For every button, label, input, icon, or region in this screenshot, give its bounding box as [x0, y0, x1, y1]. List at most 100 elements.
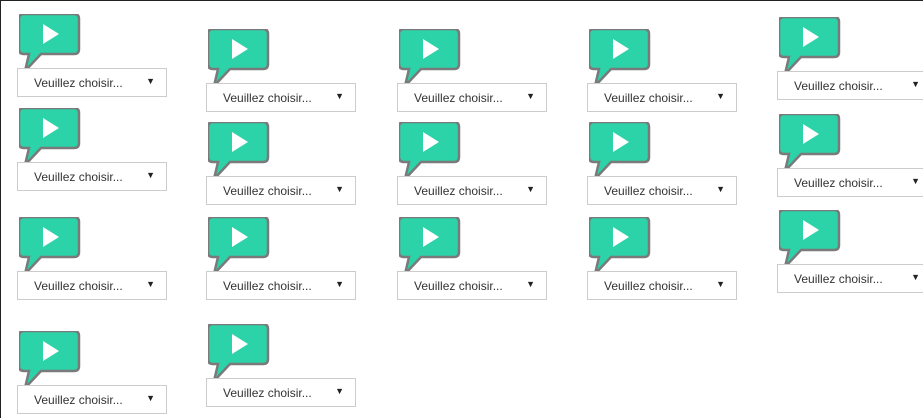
- speech-bubble-play-icon: [19, 108, 81, 166]
- play-audio-button[interactable]: [779, 210, 841, 268]
- media-item-1: Veuillez choisir... ▼: [17, 14, 169, 97]
- media-item-14: Veuillez choisir... ▼: [587, 217, 739, 300]
- speech-bubble-play-icon: [399, 217, 461, 275]
- caret-down-icon: ▼: [335, 184, 344, 194]
- answer-select[interactable]: Veuillez choisir... ▼: [206, 83, 356, 112]
- media-item-2: Veuillez choisir... ▼: [206, 29, 358, 112]
- speech-bubble-play-icon: [779, 17, 841, 75]
- speech-bubble-play-icon: [19, 217, 81, 275]
- play-audio-button[interactable]: [19, 331, 81, 389]
- answer-select[interactable]: Veuillez choisir... ▼: [777, 71, 923, 100]
- answer-select[interactable]: Veuillez choisir... ▼: [397, 271, 547, 300]
- speech-bubble-play-icon: [589, 122, 651, 180]
- caret-down-icon: ▼: [335, 386, 344, 396]
- media-item-3: Veuillez choisir... ▼: [397, 29, 549, 112]
- caret-down-icon: ▼: [911, 176, 920, 186]
- answer-select[interactable]: Veuillez choisir... ▼: [206, 378, 356, 407]
- speech-bubble-play-icon: [779, 210, 841, 268]
- answer-select[interactable]: Veuillez choisir... ▼: [587, 83, 737, 112]
- speech-bubble-play-icon: [208, 122, 270, 180]
- speech-bubble-play-icon: [208, 217, 270, 275]
- media-item-12: Veuillez choisir... ▼: [206, 217, 358, 300]
- select-value: Veuillez choisir...: [414, 278, 503, 293]
- media-item-5: Veuillez choisir... ▼: [777, 17, 923, 100]
- speech-bubble-play-icon: [589, 29, 651, 87]
- answer-select[interactable]: Veuillez choisir... ▼: [397, 83, 547, 112]
- answer-select[interactable]: Veuillez choisir... ▼: [17, 385, 167, 414]
- play-audio-button[interactable]: [399, 122, 461, 180]
- select-value: Veuillez choisir...: [223, 278, 312, 293]
- answer-select[interactable]: Veuillez choisir... ▼: [587, 271, 737, 300]
- answer-select[interactable]: Veuillez choisir... ▼: [777, 168, 923, 197]
- play-audio-button[interactable]: [19, 108, 81, 166]
- select-value: Veuillez choisir...: [794, 78, 883, 93]
- caret-down-icon: ▼: [911, 79, 920, 89]
- select-value: Veuillez choisir...: [794, 271, 883, 286]
- media-item-15: Veuillez choisir... ▼: [777, 210, 923, 293]
- select-value: Veuillez choisir...: [34, 278, 123, 293]
- select-value: Veuillez choisir...: [604, 278, 693, 293]
- speech-bubble-play-icon: [399, 122, 461, 180]
- play-audio-button[interactable]: [19, 217, 81, 275]
- caret-down-icon: ▼: [146, 76, 155, 86]
- play-audio-button[interactable]: [208, 29, 270, 87]
- select-value: Veuillez choisir...: [604, 90, 693, 105]
- speech-bubble-play-icon: [779, 114, 841, 172]
- media-item-11: Veuillez choisir... ▼: [17, 217, 169, 300]
- caret-down-icon: ▼: [146, 393, 155, 403]
- select-value: Veuillez choisir...: [223, 90, 312, 105]
- answer-select[interactable]: Veuillez choisir... ▼: [397, 176, 547, 205]
- select-value: Veuillez choisir...: [223, 385, 312, 400]
- play-audio-button[interactable]: [399, 217, 461, 275]
- media-item-10: Veuillez choisir... ▼: [777, 114, 923, 197]
- play-audio-button[interactable]: [208, 217, 270, 275]
- speech-bubble-play-icon: [208, 29, 270, 87]
- media-item-6: Veuillez choisir... ▼: [17, 108, 169, 191]
- play-audio-button[interactable]: [208, 122, 270, 180]
- media-item-13: Veuillez choisir... ▼: [397, 217, 549, 300]
- select-value: Veuillez choisir...: [223, 183, 312, 198]
- answer-select[interactable]: Veuillez choisir... ▼: [17, 271, 167, 300]
- select-value: Veuillez choisir...: [604, 183, 693, 198]
- answer-select[interactable]: Veuillez choisir... ▼: [587, 176, 737, 205]
- answer-select[interactable]: Veuillez choisir... ▼: [777, 264, 923, 293]
- select-value: Veuillez choisir...: [794, 175, 883, 190]
- answer-select[interactable]: Veuillez choisir... ▼: [206, 271, 356, 300]
- answer-select[interactable]: Veuillez choisir... ▼: [17, 162, 167, 191]
- play-audio-button[interactable]: [779, 114, 841, 172]
- select-value: Veuillez choisir...: [414, 90, 503, 105]
- speech-bubble-play-icon: [399, 29, 461, 87]
- media-item-16: Veuillez choisir... ▼: [17, 331, 169, 414]
- media-item-7: Veuillez choisir... ▼: [206, 122, 358, 205]
- caret-down-icon: ▼: [146, 279, 155, 289]
- caret-down-icon: ▼: [716, 91, 725, 101]
- play-audio-button[interactable]: [208, 324, 270, 382]
- caret-down-icon: ▼: [335, 279, 344, 289]
- page-frame: Veuillez choisir... ▼ Veuillez choisir..…: [0, 0, 923, 418]
- media-item-4: Veuillez choisir... ▼: [587, 29, 739, 112]
- caret-down-icon: ▼: [716, 279, 725, 289]
- caret-down-icon: ▼: [526, 184, 535, 194]
- speech-bubble-play-icon: [589, 217, 651, 275]
- play-audio-button[interactable]: [779, 17, 841, 75]
- speech-bubble-play-icon: [208, 324, 270, 382]
- caret-down-icon: ▼: [335, 91, 344, 101]
- play-audio-button[interactable]: [589, 29, 651, 87]
- play-audio-button[interactable]: [589, 217, 651, 275]
- media-item-8: Veuillez choisir... ▼: [397, 122, 549, 205]
- caret-down-icon: ▼: [911, 272, 920, 282]
- select-value: Veuillez choisir...: [34, 169, 123, 184]
- caret-down-icon: ▼: [526, 279, 535, 289]
- caret-down-icon: ▼: [146, 170, 155, 180]
- media-item-9: Veuillez choisir... ▼: [587, 122, 739, 205]
- select-value: Veuillez choisir...: [414, 183, 503, 198]
- answer-select[interactable]: Veuillez choisir... ▼: [206, 176, 356, 205]
- caret-down-icon: ▼: [526, 91, 535, 101]
- answer-select[interactable]: Veuillez choisir... ▼: [17, 68, 167, 97]
- select-value: Veuillez choisir...: [34, 392, 123, 407]
- speech-bubble-play-icon: [19, 331, 81, 389]
- play-audio-button[interactable]: [589, 122, 651, 180]
- play-audio-button[interactable]: [19, 14, 81, 72]
- play-audio-button[interactable]: [399, 29, 461, 87]
- speech-bubble-play-icon: [19, 14, 81, 72]
